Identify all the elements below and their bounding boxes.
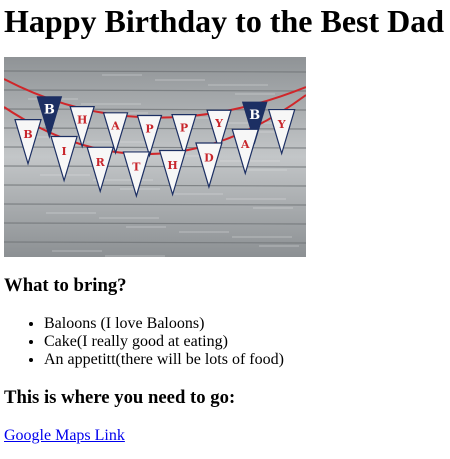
- svg-text:D: D: [204, 151, 214, 164]
- svg-text:Y: Y: [277, 118, 286, 131]
- svg-text:A: A: [110, 120, 120, 133]
- svg-text:R: R: [96, 156, 106, 169]
- google-maps-link[interactable]: Google Maps Link: [4, 427, 125, 445]
- list-item: An appetitt(there will be lots of food): [44, 351, 446, 369]
- svg-text:A: A: [240, 138, 250, 151]
- svg-text:B: B: [249, 108, 260, 123]
- svg-text:Y: Y: [214, 117, 223, 130]
- svg-text:I: I: [62, 145, 67, 158]
- page-content: Happy Birthday to the Best Dad B H A P P Y B B…: [0, 0, 450, 445]
- list-item: Baloons (I love Baloons): [44, 315, 446, 333]
- svg-text:P: P: [145, 122, 153, 135]
- bring-list: Baloons (I love Baloons) Cake(I really g…: [4, 315, 446, 369]
- list-item: Cake(I really good at eating): [44, 333, 446, 351]
- svg-text:P: P: [180, 121, 188, 134]
- bring-heading: What to bring?: [4, 275, 127, 296]
- svg-text:B: B: [23, 128, 32, 141]
- svg-text:H: H: [167, 159, 177, 172]
- page-title: Happy Birthday to the Best Dad: [4, 3, 445, 39]
- location-heading: This is where you need to go:: [4, 387, 236, 408]
- svg-text:T: T: [132, 160, 141, 173]
- svg-text:B: B: [44, 103, 55, 118]
- svg-text:H: H: [77, 113, 87, 126]
- birthday-banner-image: B H A P P Y B B I R T H D A Y: [4, 57, 306, 257]
